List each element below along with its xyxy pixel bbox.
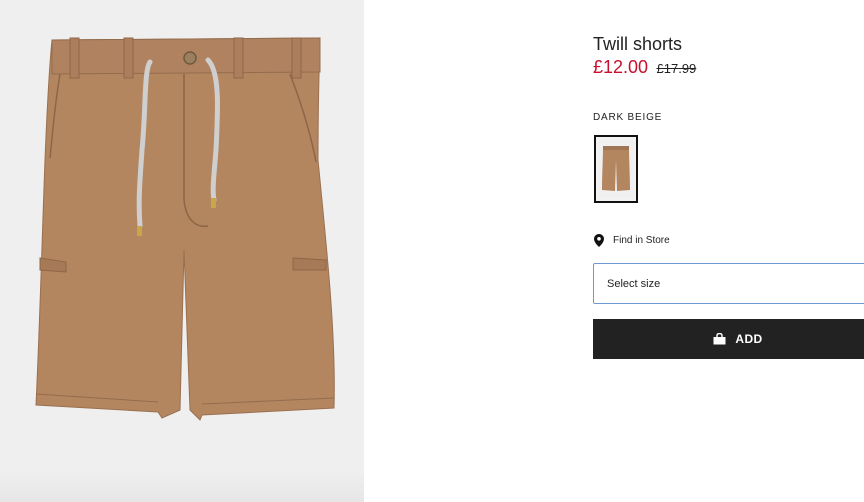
price-row: £12.00 £17.99 bbox=[593, 57, 696, 78]
product-image[interactable] bbox=[0, 0, 364, 502]
price-original: £17.99 bbox=[656, 61, 697, 76]
location-pin-icon bbox=[594, 233, 604, 247]
shorts-illustration bbox=[35, 37, 335, 421]
shopping-bag-icon bbox=[713, 333, 726, 345]
find-in-store-link[interactable]: Find in Store bbox=[594, 232, 670, 248]
swatch-thumbnail bbox=[598, 140, 634, 198]
add-to-bag-button[interactable]: ADD bbox=[593, 319, 864, 359]
size-select-placeholder: Select size bbox=[607, 278, 661, 290]
size-select[interactable]: Select size bbox=[593, 263, 864, 304]
find-in-store-label: Find in Store bbox=[613, 234, 670, 246]
color-swatch[interactable] bbox=[594, 135, 638, 203]
color-name: DARK BEIGE bbox=[593, 112, 663, 123]
price-current: £12.00 bbox=[593, 57, 649, 77]
add-button-label: ADD bbox=[735, 332, 763, 346]
product-title: Twill shorts bbox=[593, 34, 683, 54]
